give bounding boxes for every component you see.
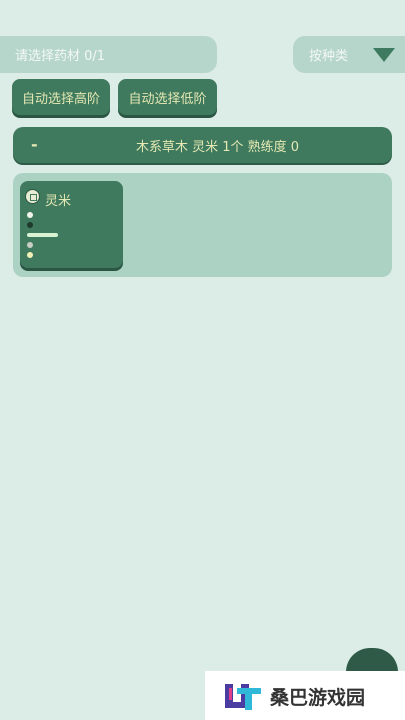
material-name: 灵米 xyxy=(45,194,72,209)
selection-count-label: 请选择药材 0/1 xyxy=(15,49,106,64)
proficiency-progress-bar xyxy=(27,233,58,237)
watermark: 桑巴游戏园 xyxy=(205,671,405,720)
stat-dot-icon xyxy=(27,242,33,248)
auto-select-low-button[interactable]: 自动选择低阶 xyxy=(118,79,217,115)
stat-dot-icon xyxy=(27,222,33,228)
site-logo-icon xyxy=(223,680,263,716)
material-selection-status: 请选择药材 0/1 xyxy=(0,36,217,73)
stat-dot-icon xyxy=(27,252,33,258)
material-card-lingmi[interactable]: 灵米 xyxy=(20,181,123,268)
material-grid-panel: 灵米 xyxy=(13,173,392,277)
auto-select-low-label: 自动选择低阶 xyxy=(128,91,207,107)
auto-select-high-button[interactable]: 自动选择高阶 xyxy=(12,79,110,115)
sort-dropdown[interactable]: 按种类 xyxy=(293,36,405,73)
sort-label: 按种类 xyxy=(309,49,349,64)
stat-dot-icon xyxy=(27,212,33,218)
scroll-up-button[interactable] xyxy=(346,648,398,672)
auto-select-high-label: 自动选择高阶 xyxy=(21,91,100,107)
dropdown-triangle-icon xyxy=(373,48,395,62)
grade-badge-icon xyxy=(25,189,40,204)
group-title: 木系草木 灵米 1个 熟练度 0 xyxy=(135,140,300,155)
watermark-text: 桑巴游戏园 xyxy=(270,687,366,709)
material-group-header[interactable]: - 木系草木 灵米 1个 熟练度 0 xyxy=(13,127,392,163)
